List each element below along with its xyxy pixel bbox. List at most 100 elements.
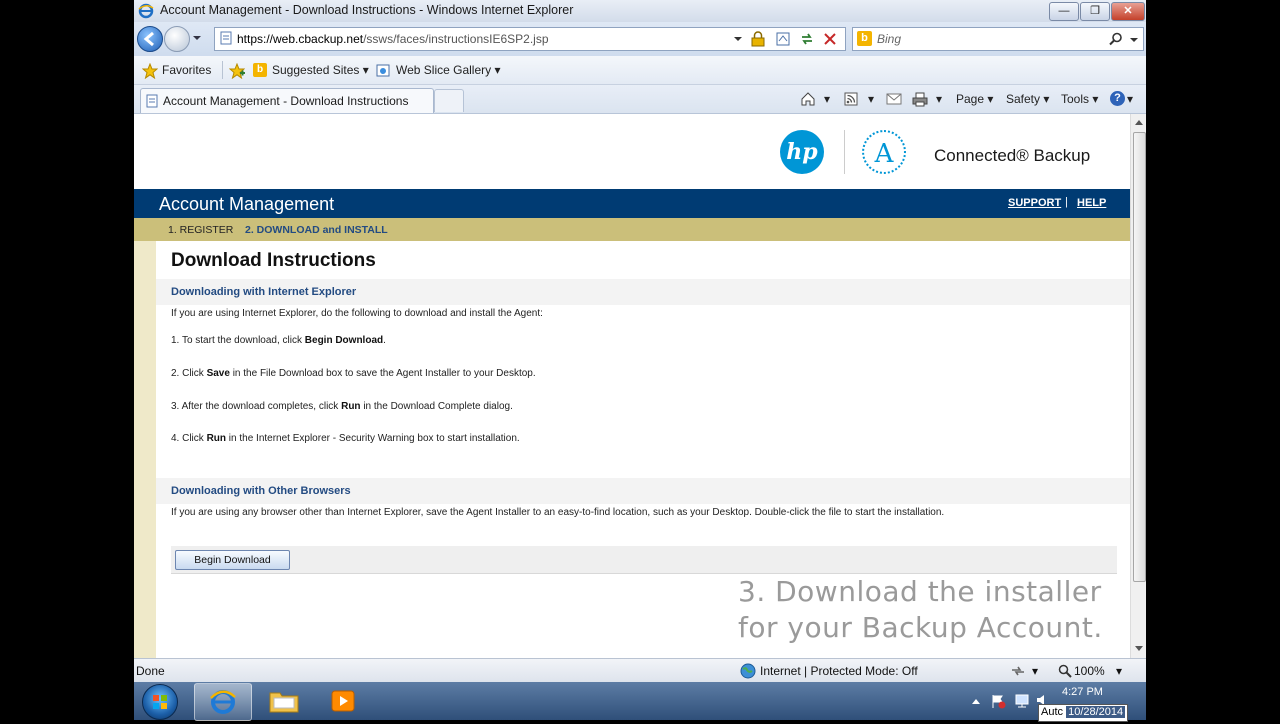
autoplay-tooltip: Autc 10/28/2014	[1038, 704, 1129, 722]
web-slice-icon	[376, 64, 390, 77]
add-favorite-icon[interactable]	[229, 63, 245, 79]
header-title: Account Management	[159, 194, 335, 214]
back-arrow-icon	[143, 31, 154, 47]
intro-ie-text: If you are using Internet Explorer, do t…	[171, 308, 543, 319]
forward-button[interactable]	[164, 26, 190, 52]
step-navigation: 1. REGISTER 2. DOWNLOAD and INSTALL	[134, 218, 1130, 241]
page-icon	[220, 31, 232, 45]
status-bar: Done Internet | Protected Mode: Off ▾ 10…	[134, 658, 1146, 682]
section-other-title: Downloading with Other Browsers	[171, 485, 351, 497]
taskbar-explorer-button[interactable]	[256, 683, 312, 719]
address-bar[interactable]: https://web.cbackup.net/ssws/faces/instr…	[214, 27, 846, 51]
safety-menu[interactable]: Safety ▾	[1006, 92, 1049, 106]
address-row: https://web.cbackup.net/ssws/faces/instr…	[134, 22, 1146, 56]
home-icon[interactable]	[800, 91, 816, 107]
caption-line-1: 3. Download the installer	[738, 575, 1102, 608]
read-mail-icon[interactable]	[886, 93, 902, 105]
start-button[interactable]	[142, 684, 178, 720]
zoom-icon	[1058, 664, 1072, 678]
search-placeholder: Bing	[877, 32, 902, 46]
link-separator: |	[1065, 196, 1068, 208]
help-dropdown-icon[interactable]: ▾	[1127, 92, 1133, 106]
minimize-button[interactable]: —	[1049, 2, 1079, 21]
stop-icon[interactable]	[823, 32, 837, 46]
dropdown-arrow-icon[interactable]	[733, 35, 743, 43]
internet-globe-icon	[740, 663, 756, 679]
web-slice-gallery-link[interactable]: Web Slice Gallery ▾	[396, 63, 501, 77]
lock-icon[interactable]	[751, 31, 765, 47]
page-menu[interactable]: Page ▾	[956, 92, 993, 106]
section-ie-header: Downloading with Internet Explorer	[156, 279, 1130, 305]
close-button[interactable]: ✕	[1111, 2, 1145, 21]
download-bar: Begin Download	[171, 546, 1117, 574]
tab-page-icon	[146, 94, 158, 108]
instruction-step-1: 1. To start the download, click Begin Do…	[171, 335, 386, 346]
url-text: https://web.cbackup.net/ssws/faces/instr…	[237, 32, 549, 46]
vertical-scrollbar[interactable]	[1130, 114, 1146, 658]
security-dropdown-icon[interactable]: ▾	[1032, 664, 1038, 678]
refresh-icon[interactable]	[799, 31, 815, 47]
zoom-level[interactable]: 100%	[1074, 664, 1105, 678]
tutorial-caption: 3. Download the installer for your Backu…	[738, 574, 1103, 646]
search-icon[interactable]	[1109, 32, 1123, 46]
new-tab-button[interactable]	[434, 89, 464, 112]
step-register[interactable]: 1. REGISTER	[168, 224, 233, 236]
taskbar-ie-button[interactable]	[194, 683, 252, 721]
suggested-sites-link[interactable]: Suggested Sites ▾	[272, 63, 369, 77]
logo-divider	[844, 130, 845, 174]
tooltip-text: Autc	[1041, 706, 1064, 718]
step-download-install: 2. DOWNLOAD and INSTALL	[245, 224, 388, 236]
windows-logo-icon	[153, 695, 167, 709]
action-center-flag-icon[interactable]	[990, 693, 1006, 709]
favorites-divider	[222, 61, 223, 79]
folder-icon	[269, 692, 299, 713]
title-bar: Account Management - Download Instructio…	[134, 0, 1146, 22]
brand-header: hp A Connected® Backup	[780, 118, 1130, 186]
bing-icon: b	[857, 31, 872, 46]
favorites-button[interactable]: Favorites	[162, 63, 211, 77]
search-options-chevron-icon[interactable]	[1129, 36, 1139, 44]
chevron-down-icon[interactable]	[192, 34, 202, 42]
hp-logo: hp	[780, 130, 824, 174]
maximize-button[interactable]: ❐	[1080, 2, 1110, 21]
media-player-icon	[331, 690, 355, 712]
feeds-icon[interactable]	[844, 92, 858, 106]
scroll-down-icon[interactable]	[1135, 646, 1143, 652]
home-dropdown-icon[interactable]: ▾	[824, 92, 830, 106]
instruction-step-2: 2. Click Save in the File Download box t…	[171, 368, 536, 379]
scroll-up-icon[interactable]	[1135, 119, 1143, 125]
help-link[interactable]: HELP	[1077, 197, 1106, 209]
begin-download-button[interactable]: Begin Download	[175, 550, 290, 570]
clock-time: 4:27 PM	[1062, 686, 1103, 698]
tools-menu[interactable]: Tools ▾	[1061, 92, 1098, 106]
ie-icon	[138, 3, 154, 19]
tab-account-management[interactable]: Account Management - Download Instructio…	[140, 88, 434, 113]
search-box[interactable]: b Bing	[852, 27, 1144, 51]
intro-other-text: If you are using any browser other than …	[171, 507, 945, 518]
section-other-header: Downloading with Other Browsers	[156, 478, 1130, 504]
status-text: Done	[136, 664, 165, 678]
show-hidden-icons-icon[interactable]	[972, 698, 980, 704]
print-icon[interactable]	[912, 91, 928, 107]
back-button[interactable]	[137, 26, 163, 52]
taskbar-ie-icon	[210, 690, 236, 714]
system-clock[interactable]: 4:27 PM	[1062, 685, 1103, 700]
feeds-dropdown-icon[interactable]: ▾	[868, 92, 874, 106]
print-dropdown-icon[interactable]: ▾	[936, 92, 942, 106]
security-zone[interactable]: Internet | Protected Mode: Off	[760, 664, 918, 678]
clock-date: 10/28/2014	[1066, 706, 1126, 718]
compatibility-view-icon[interactable]	[775, 31, 791, 47]
zoom-dropdown-icon[interactable]: ▾	[1116, 664, 1122, 678]
support-link[interactable]: SUPPORT	[1008, 197, 1061, 209]
taskbar: 4:27 PM Autc 10/28/2014	[134, 682, 1146, 722]
scroll-thumb[interactable]	[1133, 132, 1146, 582]
favorites-star-icon	[142, 63, 158, 79]
tab-row: Account Management - Download Instructio…	[134, 85, 1146, 114]
protected-mode-icon[interactable]	[1010, 664, 1026, 678]
caption-line-2: for your Backup Account.	[738, 611, 1103, 644]
tab-label: Account Management - Download Instructio…	[163, 94, 409, 108]
instruction-step-3: 3. After the download completes, click R…	[171, 401, 513, 412]
taskbar-media-button[interactable]	[316, 683, 372, 719]
help-icon[interactable]: ?	[1110, 91, 1125, 106]
network-icon[interactable]	[1014, 693, 1030, 709]
